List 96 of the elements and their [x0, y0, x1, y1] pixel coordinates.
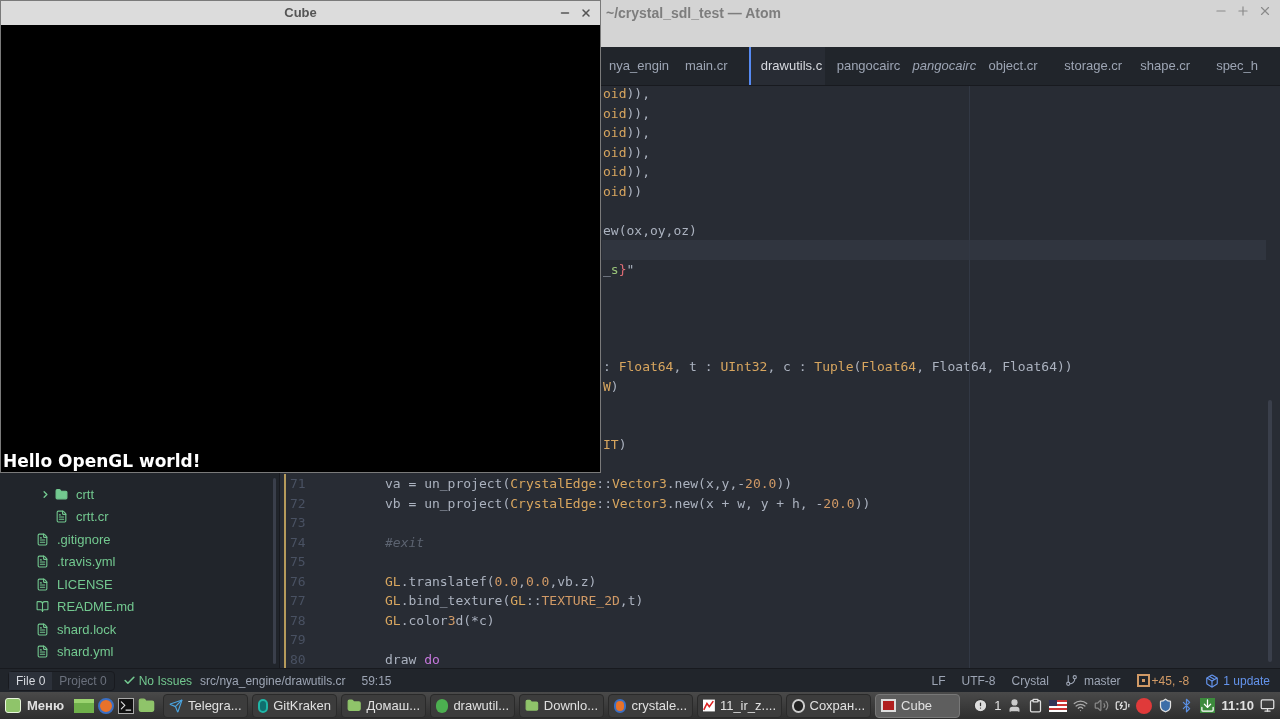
file-icon — [36, 532, 49, 546]
code-line: IT) — [603, 436, 627, 454]
desktop-icon[interactable] — [74, 698, 94, 713]
code-line: oid)), — [603, 163, 650, 181]
desktop-icon[interactable] — [1260, 698, 1275, 713]
file-icon — [36, 555, 49, 569]
notification-count: 1 — [994, 696, 1002, 715]
tree-item[interactable]: crtt — [0, 483, 279, 506]
file-icon — [36, 645, 49, 659]
download-icon[interactable] — [1200, 698, 1216, 713]
menu-button[interactable]: Меню — [3, 695, 66, 716]
code-line: vb = un_project(CrystalEdge::Vector3.new(x + w, y + h, -20.0)) — [385, 494, 871, 513]
package-icon — [1205, 673, 1220, 688]
tab[interactable]: main.cr — [672, 47, 749, 85]
clock[interactable]: 11:10 — [1221, 695, 1254, 716]
updates-link[interactable]: 1 update — [1223, 671, 1270, 690]
tab[interactable]: spec_h — [1204, 47, 1280, 85]
wifi-icon[interactable] — [1073, 698, 1089, 713]
scrollbar[interactable] — [273, 478, 276, 664]
window-title: Cube — [284, 4, 317, 23]
issues-status[interactable]: No Issues — [138, 671, 193, 690]
tree-item[interactable]: shard.lock — [0, 618, 279, 641]
taskbar-window-button[interactable]: GitKraken — [252, 693, 337, 718]
shield-icon[interactable] — [1158, 698, 1174, 713]
flag-icon[interactable] — [1049, 699, 1068, 712]
code-line: oid)) — [603, 182, 643, 201]
folder-icon[interactable] — [138, 697, 155, 714]
code-line: #exit — [385, 533, 425, 552]
taskbar-window-button[interactable]: drawutil... — [430, 693, 515, 718]
window-title: ~/crystal_sdl_test — Atom — [606, 4, 781, 22]
battery-icon[interactable] — [1115, 698, 1131, 713]
globe-icon[interactable] — [98, 697, 114, 714]
diff-stats[interactable]: +45, -8 — [1151, 671, 1190, 690]
code-line: oid)), — [603, 143, 650, 162]
taskbar-window-button[interactable]: Telegra... — [163, 693, 248, 718]
tree-item[interactable]: .travis.yml — [0, 550, 279, 573]
taskbar-window-button[interactable]: Домаш... — [341, 693, 426, 718]
tab[interactable]: nya_engin — [597, 47, 673, 85]
tab[interactable]: object.cr — [976, 47, 1053, 85]
branch-icon — [1064, 674, 1078, 687]
scope-tab[interactable]: File 0 — [9, 671, 53, 690]
code-line: : Float64, t : UInt32, c : Tuple(Float64, Float64, Float64)) — [603, 358, 1073, 376]
paper-plane-icon — [169, 698, 183, 713]
tree-item[interactable]: LICENSE — [0, 573, 279, 596]
terminal-icon[interactable] — [118, 697, 134, 714]
code-line: oid)), — [603, 104, 650, 123]
code-line: GL.translatef(0.0,0.0,vb.z) — [385, 572, 597, 591]
code-line: GL.color3d(*c) — [385, 611, 495, 630]
line-ending[interactable]: LF — [931, 671, 946, 690]
tab[interactable]: pangocairc — [900, 47, 977, 85]
code-line: GL.bind_texture(GL::TEXTURE_2D,t) — [385, 592, 644, 610]
cursor-position[interactable]: 59:15 — [361, 671, 392, 690]
taskbar-window-button[interactable]: Downlo... — [519, 693, 604, 718]
tree-item[interactable]: .gitignore — [0, 528, 279, 551]
clipboard-icon[interactable] — [1028, 698, 1044, 713]
file-icon — [55, 510, 68, 524]
taskbar-window-button[interactable]: 11_ir_z.... — [697, 693, 782, 718]
tree-item[interactable]: crtt.cr — [0, 505, 279, 528]
book-icon — [36, 600, 49, 614]
code-line: draw do — [385, 650, 440, 668]
diff-icon — [1136, 674, 1150, 687]
folder-icon — [347, 698, 362, 713]
chart-icon — [703, 698, 715, 713]
volume-icon[interactable] — [1094, 698, 1110, 713]
code-line: va = un_project(CrystalEdge::Vector3.new(x,y,-20.0)) — [385, 475, 793, 493]
taskbar-window-button[interactable]: Cube — [875, 693, 960, 718]
app-tray-icon[interactable] — [1136, 697, 1153, 714]
taskbar-window-button[interactable]: Сохран... — [786, 693, 871, 718]
file-icon — [36, 577, 49, 591]
encoding[interactable]: UTF-8 — [961, 671, 996, 690]
logo-icon — [5, 698, 21, 713]
canvas-text: Hello OpenGL world! — [2, 451, 202, 472]
file-path[interactable]: src/nya_engine/drawutils.cr — [200, 671, 346, 690]
tab[interactable]: drawutils.c — [748, 47, 825, 85]
alert-icon[interactable] — [973, 698, 989, 713]
file-icon — [36, 622, 49, 636]
taskbar-window-button[interactable]: crystale... — [608, 693, 693, 718]
window-icon — [881, 699, 896, 712]
code-line: oid)), — [603, 86, 650, 103]
folder-icon — [55, 487, 68, 501]
close-icon[interactable] — [580, 7, 592, 19]
check-icon — [122, 674, 136, 687]
tab[interactable]: pangocairc — [824, 47, 901, 85]
branch-name[interactable]: master — [1083, 671, 1121, 690]
tab[interactable]: shape.cr — [1128, 47, 1205, 85]
tree-item[interactable]: README.md — [0, 595, 279, 618]
code-line: _s}" — [603, 260, 635, 279]
globe-icon — [614, 698, 627, 713]
tree-item[interactable]: shard.yml — [0, 640, 279, 663]
code-line: W) — [603, 377, 619, 396]
user-icon[interactable] — [1007, 698, 1023, 713]
code-line: oid)), — [603, 124, 650, 142]
folder-icon — [525, 698, 539, 713]
tab[interactable]: storage.cr — [1052, 47, 1129, 85]
grammar[interactable]: Crystal — [1011, 671, 1049, 690]
code-line: ew(ox,oy,oz) — [603, 221, 697, 240]
